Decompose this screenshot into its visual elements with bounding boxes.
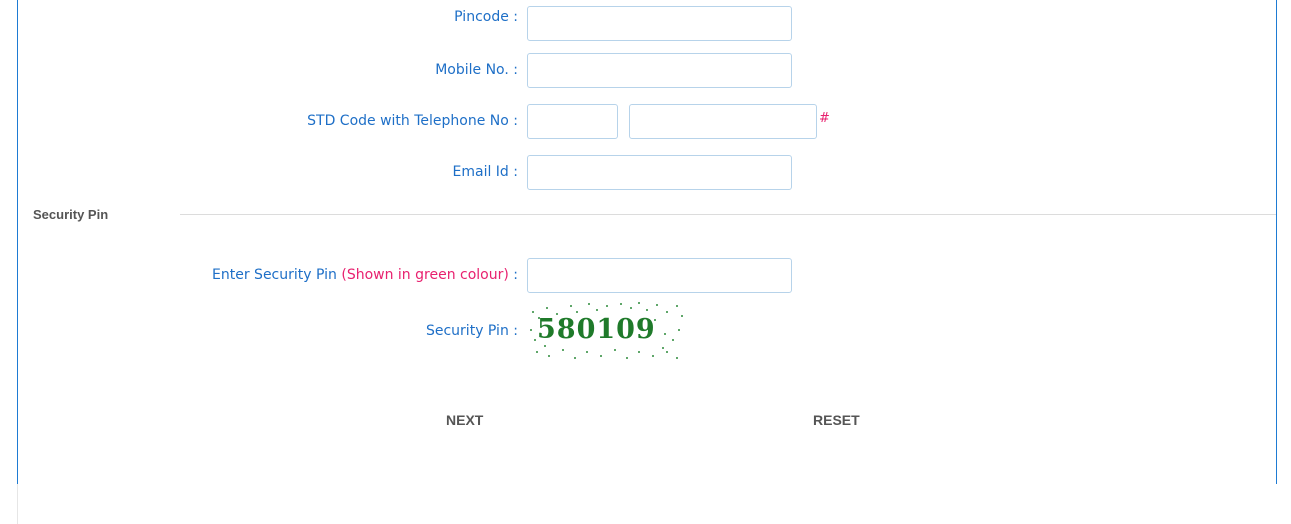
security-pin-captcha-image: 580109 [527, 300, 686, 362]
email-label: Email Id : [452, 164, 518, 180]
email-input[interactable] [527, 155, 792, 190]
section-divider [180, 214, 1276, 215]
captcha-digits: 580109 [537, 314, 656, 345]
telephone-label: STD Code with Telephone No : [307, 113, 518, 129]
mobile-label: Mobile No. : [435, 62, 518, 78]
green-colour-note: (Shown in green colour) [341, 267, 509, 283]
page-left-border [17, 484, 18, 524]
std-code-input[interactable] [527, 104, 618, 139]
security-pin-section-title: Security Pin [33, 207, 109, 222]
enter-security-pin-text: Enter Security Pin [212, 267, 337, 283]
security-pin-display-label: Security Pin : [425, 323, 518, 339]
next-button[interactable]: NEXT [446, 412, 483, 428]
form-frame-left-border [17, 0, 18, 484]
telephone-input[interactable] [629, 104, 817, 139]
mobile-input[interactable] [527, 53, 792, 88]
enter-security-pin-colon: : [513, 267, 518, 283]
pincode-input[interactable] [527, 6, 792, 41]
form-frame-right-border [1276, 0, 1277, 484]
reset-button[interactable]: RESET [813, 412, 860, 428]
enter-security-pin-label: Enter Security Pin (Shown in green colou… [212, 266, 518, 284]
security-pin-input[interactable] [527, 258, 792, 293]
pincode-label: Pincode : [454, 9, 518, 25]
telephone-required-marker: # [819, 111, 830, 126]
